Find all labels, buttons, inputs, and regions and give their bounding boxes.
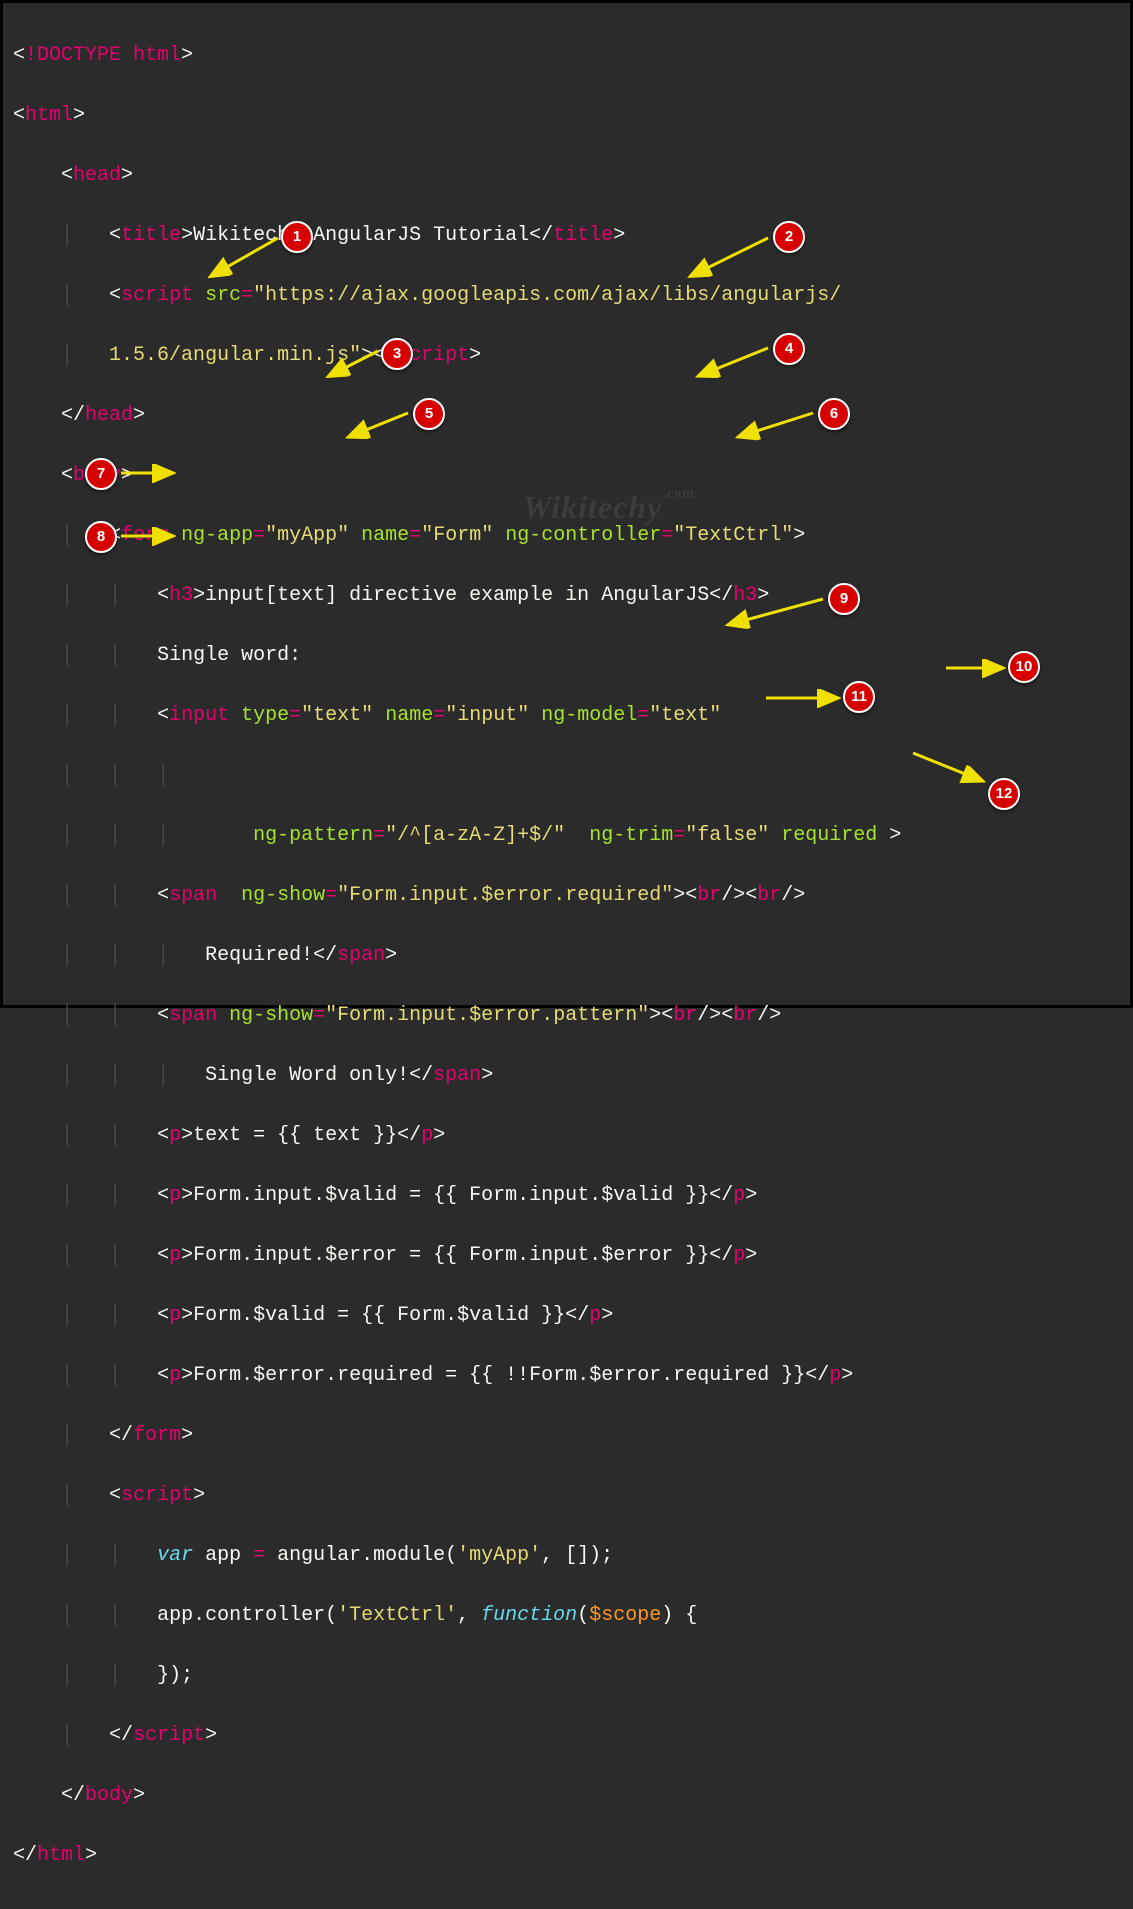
code-line: │ │ │ ng-pattern="/^[a-zA-Z]+$/" ng-trim… — [13, 821, 1120, 851]
code-line: </body> — [13, 1781, 1120, 1811]
annotation-badge-10: 10 — [1008, 651, 1040, 683]
annotation-badge-2: 2 — [773, 221, 805, 253]
code-line: │ │ }); — [13, 1661, 1120, 1691]
code-line: │ │ <span ng-show="Form.input.$error.pat… — [13, 1001, 1120, 1031]
code-line: │ │ <p>Form.input.$error = {{ Form.input… — [13, 1241, 1120, 1271]
code-line: │ </script> — [13, 1721, 1120, 1751]
code-line: │ <title>Wikitechy AngularJS Tutorial</t… — [13, 221, 1120, 251]
annotation-badge-6: 6 — [818, 398, 850, 430]
code-line: │ │ │ — [13, 761, 1120, 791]
code-line: │ │ <p>Form.$valid = {{ Form.$valid }}</… — [13, 1301, 1120, 1331]
code-line: │ │ var app = angular.module('myApp', []… — [13, 1541, 1120, 1571]
code-line: │ │ <p>Form.$error.required = {{ !!Form.… — [13, 1361, 1120, 1391]
code-line: </html> — [13, 1841, 1120, 1871]
annotation-badge-8: 8 — [85, 521, 117, 553]
code-line: │ │ <input type="text" name="input" ng-m… — [13, 701, 1120, 731]
code-line: │ │ app.controller('TextCtrl', function(… — [13, 1601, 1120, 1631]
code-line: │ </form> — [13, 1421, 1120, 1451]
annotation-badge-9: 9 — [828, 583, 860, 615]
code-line: <head> — [13, 161, 1120, 191]
annotation-badge-7: 7 — [85, 458, 117, 490]
code-line: │ <form ng-app="myApp" name="Form" ng-co… — [13, 521, 1120, 551]
code-line: │ │ <h3>input[text] directive example in… — [13, 581, 1120, 611]
code-line: <html> — [13, 101, 1120, 131]
code-line: <!DOCTYPE html> — [13, 41, 1120, 71]
code-line: │ <script src="https://ajax.googleapis.c… — [13, 281, 1120, 311]
annotation-badge-4: 4 — [773, 333, 805, 365]
code-line: </head> — [13, 401, 1120, 431]
code-line: │ │ <span ng-show="Form.input.$error.req… — [13, 881, 1120, 911]
code-line: │ │ <p>Form.input.$valid = {{ Form.input… — [13, 1181, 1120, 1211]
code-line: │ 1.5.6/angular.min.js"></script> — [13, 341, 1120, 371]
code-line: │ │ <p>text = {{ text }}</p> — [13, 1121, 1120, 1151]
code-editor: <!DOCTYPE html> <html> <head> │ <title>W… — [3, 3, 1130, 1909]
annotation-badge-5: 5 — [413, 398, 445, 430]
annotation-badge-3: 3 — [381, 338, 413, 370]
annotation-badge-12: 12 — [988, 778, 1020, 810]
annotation-badge-11: 11 — [843, 681, 875, 713]
code-line: │ <script> — [13, 1481, 1120, 1511]
code-line: │ │ Single word: — [13, 641, 1120, 671]
code-line: │ │ │ Single Word only!</span> — [13, 1061, 1120, 1091]
code-line: <body> — [13, 461, 1120, 491]
annotation-badge-1: 1 — [281, 221, 313, 253]
code-line: │ │ │ Required!</span> — [13, 941, 1120, 971]
